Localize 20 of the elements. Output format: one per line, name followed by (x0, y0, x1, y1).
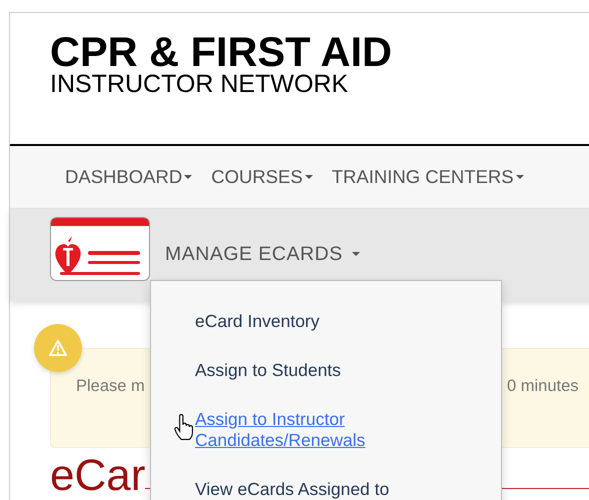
dropdown-menu-item[interactable]: Assign to Students (195, 360, 395, 381)
dropdown-menu-item[interactable]: Assign to Instructor Candidates/Renewals (195, 409, 395, 451)
hand-cursor-icon (174, 414, 194, 440)
nav-menu-link[interactable]: TRAINING CENTERS (332, 166, 524, 188)
nav-menu-link[interactable]: COURSES (211, 166, 313, 188)
site-subtitle: INSTRUCTOR NETWORK (50, 72, 350, 96)
caret-icon (516, 175, 524, 179)
alert-text: 0 minutes (507, 377, 579, 397)
caret-icon (304, 175, 313, 179)
dropdown-menu-item[interactable]: View eCards Assigned to (195, 479, 395, 500)
page-heading: eCar (50, 454, 146, 498)
caret-icon (184, 175, 192, 179)
caret-icon (352, 252, 360, 256)
site-title: CPR & FIRST AID (50, 32, 393, 72)
alert-text: Please m (76, 377, 145, 397)
manage-ecards-menu[interactable]: MANAGE ECARDS (165, 242, 360, 266)
nav-menu-link[interactable]: DASHBOARD (65, 166, 192, 188)
warning-icon (34, 324, 82, 372)
ecard-logo-icon[interactable] (50, 217, 150, 281)
dropdown-menu-item[interactable]: eCard Inventory (195, 311, 395, 332)
